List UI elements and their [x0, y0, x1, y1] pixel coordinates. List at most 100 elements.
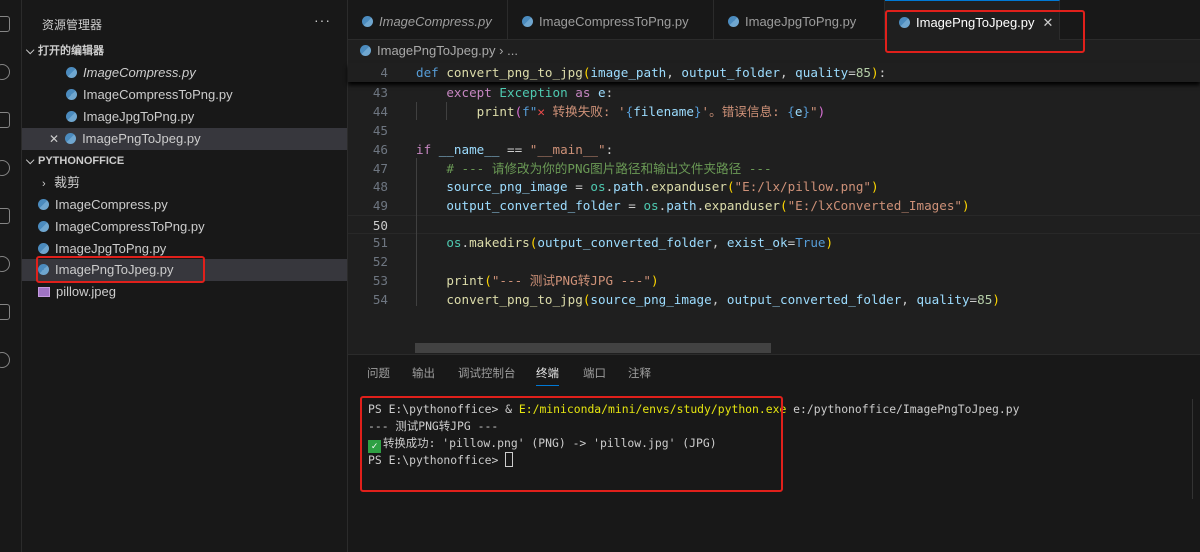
code-token: = [848, 65, 856, 80]
open-editor-item-active[interactable]: ✕ ImagePngToJpeg.py [22, 128, 347, 150]
code-token: ) [817, 104, 826, 119]
code-token: makedirs [469, 235, 530, 250]
indent-guide [416, 158, 417, 306]
extensions-icon[interactable] [0, 208, 10, 224]
code-token: expanduser [704, 198, 780, 213]
panel-tab-terminal[interactable]: 终端 [536, 365, 559, 386]
open-editor-label: ImageJpgToPng.py [83, 109, 195, 124]
code-token: "E:/lx/pillow.png" [734, 179, 872, 194]
code-line[interactable]: 53 print("--- 测试PNG转JPG ---") [348, 271, 1200, 290]
panel-tab-comments[interactable]: 注释 [628, 365, 651, 381]
code-token: convert_png_to_jpg [446, 65, 583, 80]
remote-icon[interactable] [0, 304, 10, 320]
file-item[interactable]: ImageCompressToPng.py [22, 216, 347, 238]
run-debug-icon[interactable] [0, 160, 10, 176]
tab-imagecompresstopng[interactable]: ImageCompressToPng.py [508, 0, 714, 40]
breadcrumb-symbol[interactable]: ... [507, 43, 518, 58]
tab-imagecompress[interactable]: ImageCompress.py [348, 0, 508, 40]
code-token: 85 [977, 292, 993, 307]
python-file-icon [728, 16, 739, 27]
testing-icon[interactable] [0, 256, 10, 272]
code-line[interactable]: 4 def convert_png_to_jpg(image_path, outp… [348, 63, 1200, 82]
code-token: ✕ [537, 104, 545, 119]
code-token: ) [992, 292, 1000, 307]
python-file-icon [360, 45, 371, 56]
open-editor-label: ImageCompress.py [83, 65, 196, 80]
horizontal-scrollbar[interactable] [415, 343, 771, 353]
code-line[interactable]: 49 output_converted_folder = os.path.exp… [348, 196, 1200, 215]
line-number: 44 [372, 104, 388, 119]
code-token: filename [633, 104, 694, 119]
breadcrumb-separator: › [499, 43, 504, 58]
references-icon[interactable] [0, 352, 10, 368]
code-token: ) [825, 235, 834, 250]
code-token: expanduser [651, 179, 727, 194]
code-token: "E:/lxConverted_Images" [787, 198, 962, 213]
tab-label: ImageCompressToPng.py [539, 14, 689, 29]
code-token: : [605, 85, 614, 100]
breadcrumb[interactable]: ImagePngToJpeg.py › ... [360, 43, 518, 58]
folder-item[interactable]: › 裁剪 [22, 172, 347, 194]
panel-tab-problems[interactable]: 问题 [367, 365, 390, 381]
workspace-header[interactable]: ⌵ PYTHONOFFICE [22, 150, 347, 172]
code-text: print(f"✕ 转换失败: '{filename}'。错误信息: {e}") [416, 102, 826, 121]
code-line[interactable]: 52 [348, 252, 1200, 271]
python-file-icon [38, 243, 49, 254]
code-token: output_converted_folder [726, 292, 902, 307]
file-item[interactable]: pillow.jpeg [22, 281, 347, 303]
code-text: def convert_png_to_jpg(image_path, outpu… [416, 63, 886, 82]
explorer-icon[interactable] [0, 16, 10, 32]
open-editor-label: ImageCompressToPng.py [83, 87, 233, 102]
open-editor-item[interactable]: ImageJpgToPng.py [22, 106, 347, 128]
panel-tab-output[interactable]: 输出 [412, 365, 435, 381]
code-token: os [416, 235, 462, 250]
code-line[interactable]: 46 if __name__ == "__main__": [348, 140, 1200, 159]
line-number: 53 [372, 273, 388, 288]
terminal-scrollbar[interactable] [1192, 399, 1200, 499]
close-icon[interactable]: ✕ [49, 132, 59, 146]
activity-bar [0, 0, 22, 552]
panel-tab-ports[interactable]: 端口 [583, 365, 606, 381]
open-editor-label: ImagePngToJpeg.py [82, 131, 201, 146]
code-token: "__main__" [529, 142, 606, 157]
search-icon[interactable] [0, 64, 10, 80]
more-actions-icon[interactable]: ··· [314, 12, 331, 28]
workspace-label: PYTHONOFFICE [38, 155, 125, 167]
file-label: ImageCompress.py [55, 197, 168, 212]
code-token: : [878, 65, 887, 80]
code-token: if [416, 142, 439, 157]
code-token: ) [961, 198, 970, 213]
code-token: print [416, 273, 485, 288]
code-editor[interactable]: 4 def convert_png_to_jpg(image_path, outp… [348, 40, 1200, 354]
file-label: ImageCompressToPng.py [55, 219, 205, 234]
line-number: 51 [372, 235, 388, 250]
code-token: } [802, 104, 811, 119]
open-editors-label: 打开的编辑器 [38, 45, 104, 57]
tab-imagejpgtopng[interactable]: ImageJpgToPng.py [714, 0, 885, 40]
code-line[interactable]: 51 os.makedirs(output_converted_folder, … [348, 233, 1200, 252]
code-text: os.makedirs(output_converted_folder, exi… [416, 233, 833, 252]
code-token: { [787, 104, 795, 119]
open-editors-header[interactable]: ⌵ 打开的编辑器 [22, 40, 347, 62]
code-token: == [499, 142, 530, 157]
code-token: f" [522, 104, 538, 119]
code-line[interactable]: 54 convert_png_to_jpg(source_png_image, … [348, 290, 1200, 309]
panel-tab-debug-console[interactable]: 调试控制台 [458, 365, 516, 381]
tab-label: ImageCompress.py [379, 14, 492, 29]
script-path: e:/pythonoffice/ImagePngToJpeg.py [786, 402, 1020, 416]
folder-label: 裁剪 [54, 175, 81, 190]
file-item[interactable]: ImageCompress.py [22, 194, 347, 216]
code-line[interactable]: 45 [348, 121, 1200, 140]
code-token: = [620, 198, 644, 213]
line-number: 47 [372, 161, 388, 176]
code-line[interactable]: 43 except Exception as e: [348, 83, 1200, 102]
code-text: convert_png_to_jpg(source_png_image, out… [416, 290, 1000, 309]
source-control-icon[interactable] [0, 112, 10, 128]
code-line[interactable]: 47 # --- 请修改为你的PNG图片路径和输出文件夹路径 --- [348, 159, 1200, 178]
code-line[interactable]: 50 [348, 215, 1200, 234]
breadcrumb-file[interactable]: ImagePngToJpeg.py [377, 43, 496, 58]
code-line[interactable]: 44 print(f"✕ 转换失败: '{filename}'。错误信息: {e… [348, 102, 1200, 121]
code-line[interactable]: 48 source_png_image = os.path.expanduser… [348, 177, 1200, 196]
open-editor-item[interactable]: ImageCompressToPng.py [22, 84, 347, 106]
open-editor-item[interactable]: ImageCompress.py [22, 62, 347, 84]
